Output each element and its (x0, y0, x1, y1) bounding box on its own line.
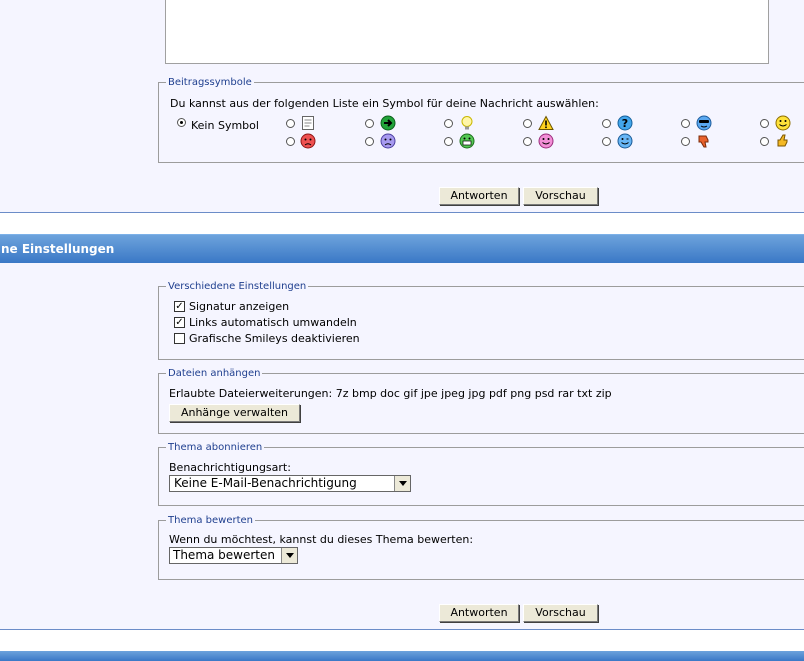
rate-thread-value: Thema bewerten (173, 548, 275, 562)
preview-button-bottom[interactable]: Vorschau (523, 604, 598, 622)
auto-links-label: Links automatisch umwandeln (189, 316, 357, 329)
subscribe-legend: Thema abonnieren (168, 442, 263, 453)
show-signature-label: Signatur anzeigen (189, 300, 290, 313)
radio-no-icon[interactable] (177, 118, 186, 127)
manage-attachments-button[interactable]: Anhänge verwalten (169, 404, 300, 422)
cool-smiley-icon (696, 115, 712, 131)
radio-icon[interactable] (444, 119, 453, 128)
rate-thread-select[interactable]: Thema bewerten (169, 547, 298, 564)
question-icon: ? (617, 115, 633, 131)
disable-smileys-label: Grafische Smileys deaktivieren (189, 332, 360, 345)
radio-icon[interactable] (286, 137, 295, 146)
post-icons-instruction: Du kannst aus der folgenden Liste ein Sy… (170, 97, 599, 110)
settings-section-header: ne Einstellungen (0, 234, 804, 263)
thumbs-down-icon (698, 135, 709, 148)
note-icon (302, 116, 314, 130)
radio-icon[interactable] (523, 137, 532, 146)
warning-icon (538, 115, 554, 130)
attachments-fieldset: Dateien anhängen (158, 368, 804, 434)
subscribe-fieldset: Thema abonnieren (158, 442, 804, 506)
show-signature-checkbox[interactable]: ✓ (174, 301, 185, 312)
post-icons-legend: Beitragssymbole (168, 77, 252, 88)
notification-type-select[interactable]: Keine E-Mail-Benachrichtigung (169, 475, 411, 492)
button-bar-bottom (0, 597, 804, 630)
post-options-panel: Beitragssymbole Du kannst aus der folgen… (0, 0, 804, 181)
attachments-legend: Dateien anhängen (168, 368, 261, 379)
next-section-header (0, 651, 804, 661)
radio-icon[interactable] (602, 119, 611, 128)
radio-icon[interactable] (365, 119, 374, 128)
chevron-down-icon[interactable] (394, 476, 410, 491)
radio-icon[interactable] (523, 119, 532, 128)
radio-icon[interactable] (365, 137, 374, 146)
message-textarea[interactable] (165, 0, 769, 64)
radio-icon[interactable] (286, 119, 295, 128)
reply-button-bottom[interactable]: Antworten (439, 604, 519, 622)
wink-icon (617, 133, 633, 149)
radio-icon[interactable] (444, 137, 453, 146)
notification-type-label: Benachrichtigungsart: (169, 461, 291, 474)
preview-button[interactable]: Vorschau (523, 187, 598, 205)
disable-smileys-checkbox[interactable] (174, 333, 185, 344)
misc-settings-legend: Verschiedene Einstellungen (168, 281, 307, 292)
grin-icon (459, 133, 475, 149)
reply-button[interactable]: Antworten (439, 187, 519, 205)
lightbulb-icon (461, 116, 473, 130)
chevron-down-icon[interactable] (281, 548, 297, 563)
arrow-right-icon (380, 115, 396, 131)
settings-section-title: ne Einstellungen (1, 242, 115, 256)
angry-icon (300, 133, 316, 149)
radio-icon[interactable] (681, 137, 690, 146)
radio-icon[interactable] (681, 119, 690, 128)
radio-icon[interactable] (760, 119, 769, 128)
allowed-extensions-text: Erlaubte Dateierweiterungen: 7z bmp doc … (169, 387, 612, 400)
no-icon-label: Kein Symbol (191, 119, 259, 132)
notification-type-value: Keine E-Mail-Benachrichtigung (174, 476, 357, 490)
radio-icon[interactable] (602, 137, 611, 146)
rate-thread-label: Wenn du möchtest, kannst du dieses Thema… (169, 533, 474, 546)
button-bar (0, 180, 804, 213)
tongue-icon (538, 133, 554, 149)
sad-icon (380, 133, 396, 149)
auto-links-checkbox[interactable]: ✓ (174, 317, 185, 328)
radio-icon[interactable] (760, 137, 769, 146)
thumbs-up-icon (777, 134, 788, 147)
rate-legend: Thema bewerten (168, 515, 253, 526)
smiley-icon (775, 115, 791, 131)
svg-text:?: ? (622, 117, 628, 130)
